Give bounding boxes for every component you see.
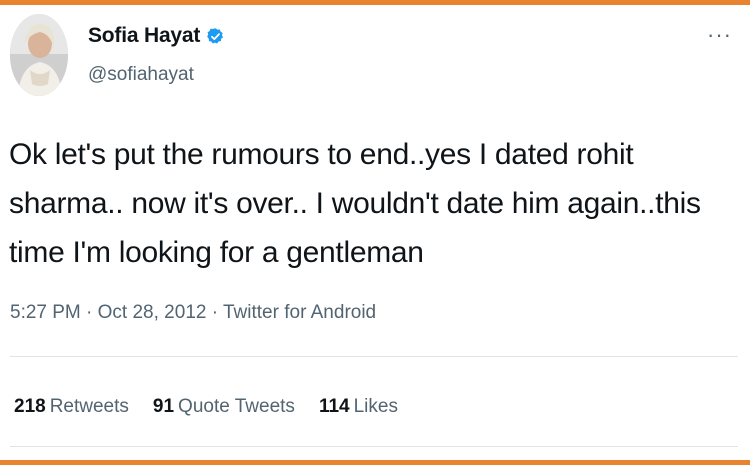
divider	[10, 356, 738, 357]
likes-label: Likes	[353, 396, 398, 417]
handle[interactable]: @sofiahayat	[88, 64, 194, 86]
top-border	[0, 0, 750, 5]
more-horizontal-icon[interactable]: ···	[707, 22, 732, 48]
quote-tweets-label: Quote Tweets	[178, 396, 295, 417]
tweet-time[interactable]: 5:27 PM	[10, 302, 81, 323]
retweets-label: Retweets	[49, 396, 129, 417]
quote-tweets-count: 91	[152, 396, 175, 417]
meta-separator: ·	[206, 302, 223, 323]
tweet-meta: 5:27 PM · Oct 28, 2012 · Twitter for And…	[10, 302, 376, 324]
display-name[interactable]: Sofia Hayat	[88, 24, 200, 48]
retweets-count: 218	[14, 396, 46, 417]
divider	[10, 446, 738, 447]
likes-count: 114	[318, 396, 350, 417]
likes-stat[interactable]: 114 Likes	[319, 396, 398, 418]
author-row: Sofia Hayat	[88, 24, 225, 48]
tweet-card: Sofia Hayat @sofiahayat ··· Ok let's put…	[0, 0, 750, 465]
avatar[interactable]	[10, 14, 68, 96]
retweets-stat[interactable]: 218 Retweets	[14, 396, 129, 418]
verified-badge-icon	[207, 27, 224, 43]
tweet-text: Ok let's put the rumours to end..yes I d…	[9, 138, 701, 269]
tweet-source[interactable]: Twitter for Android	[223, 302, 376, 323]
bottom-border	[0, 460, 750, 465]
meta-separator: ·	[80, 302, 98, 323]
avatar-image	[10, 14, 68, 96]
tweet-date[interactable]: Oct 28, 2012	[98, 302, 207, 323]
quote-tweets-stat[interactable]: 91 Quote Tweets	[153, 396, 295, 418]
engagement-stats: 218 Retweets 91 Quote Tweets 114 Likes	[14, 396, 398, 418]
